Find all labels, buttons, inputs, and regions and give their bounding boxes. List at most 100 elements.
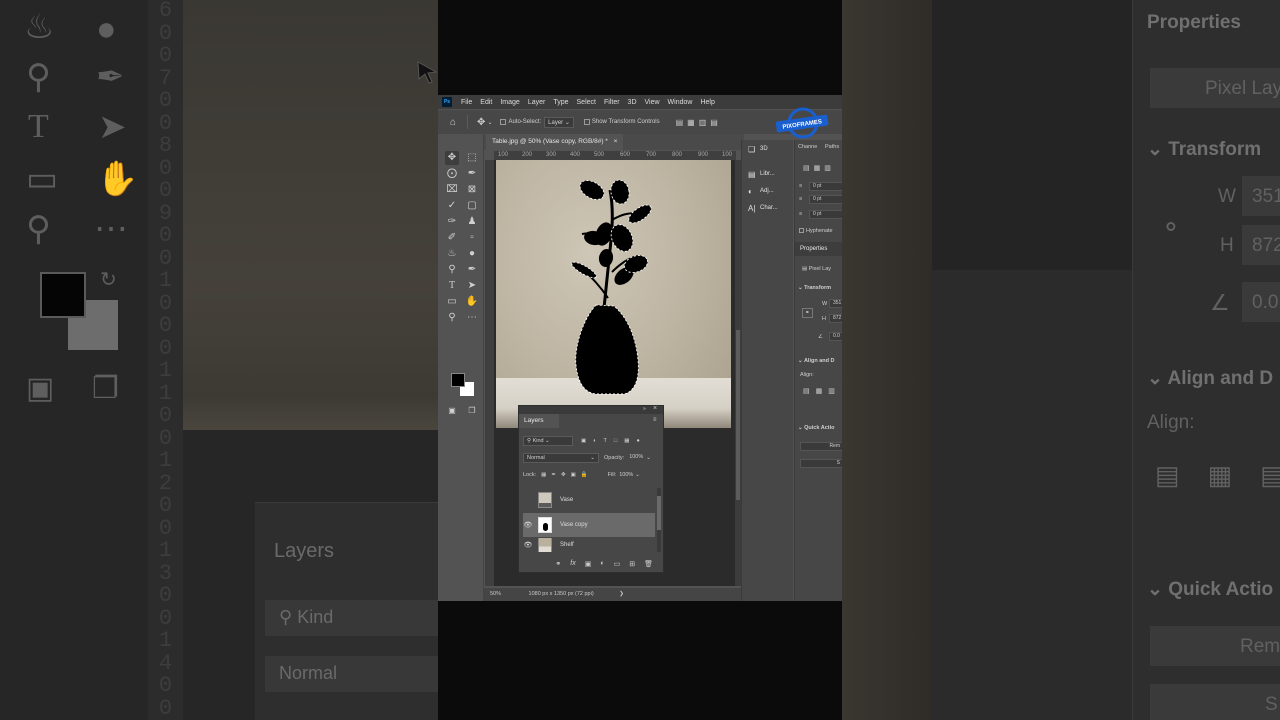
lock-position-icon[interactable]: ✥ (561, 472, 566, 478)
remove-background-button[interactable]: Rem (800, 442, 842, 451)
transform-section[interactable]: ⌄ Transform (798, 285, 831, 291)
move-tool-icon[interactable]: ✥ (445, 151, 459, 165)
lock-artboard-icon[interactable]: ▣ (571, 472, 576, 478)
eye-icon[interactable]: 👁 (523, 521, 533, 529)
layer-name[interactable]: Shelf (560, 542, 574, 548)
layer-name[interactable]: Vase copy (560, 522, 588, 528)
layers-panel-header[interactable]: » × (519, 405, 663, 414)
lock-pixels-icon[interactable]: ▦ (541, 472, 546, 478)
filter-toggle-icon[interactable]: ● (636, 438, 639, 444)
select-subject-button[interactable]: S (800, 459, 842, 468)
link-icon[interactable]: ⚭ (802, 308, 813, 318)
stamp-tool-icon[interactable]: ♟ (465, 215, 479, 229)
show-transform-checkbox[interactable] (583, 119, 590, 125)
menu-3d[interactable]: 3D (624, 99, 641, 106)
layers-scrollbar[interactable] (657, 488, 661, 552)
fill-field[interactable]: 100% (619, 472, 633, 478)
kind-filter[interactable]: ⚲ Kind ⌄ (523, 436, 573, 446)
align-section[interactable]: ⌄ Align and D (798, 358, 835, 364)
fill-chevron-icon[interactable]: ⌄ (635, 472, 640, 478)
hyphenate-option[interactable]: Hyphenate (799, 228, 833, 234)
scroll-thumb[interactable] (736, 330, 740, 500)
collapse-icon[interactable]: » (643, 406, 646, 412)
new-layer-icon[interactable]: ⊞ (629, 560, 635, 568)
filter-shape-icon[interactable]: □ (614, 438, 617, 444)
menu-file[interactable]: File (457, 99, 476, 106)
filter-type-icon[interactable]: T (604, 438, 607, 444)
width-field[interactable]: 351 (829, 299, 842, 308)
filter-smart-icon[interactable]: ▦ (624, 438, 629, 444)
menu-edit[interactable]: Edit (476, 99, 496, 106)
eraser-tool-icon[interactable]: ▫ (465, 231, 479, 245)
frame-tool-icon[interactable]: ⊠ (465, 183, 479, 197)
angle-field[interactable]: 0.0 (829, 332, 842, 341)
height-field[interactable]: 872 (829, 314, 842, 323)
menu-view[interactable]: View (641, 99, 664, 106)
menu-select[interactable]: Select (573, 99, 600, 106)
align-buttons[interactable]: ▤▦▥ (803, 387, 841, 395)
paint-bucket-tool-icon[interactable]: ♨ (445, 247, 459, 261)
screen-mode-icon[interactable]: ❐ (465, 404, 479, 418)
align-right-icon[interactable]: ▥ (699, 118, 707, 127)
menu-image[interactable]: Image (496, 99, 523, 106)
close-tab-icon[interactable]: × (614, 138, 618, 145)
zoom-tool-icon[interactable]: ⚲ (445, 311, 459, 325)
eye-icon[interactable]: 👁 (523, 541, 533, 549)
align-left-icon[interactable]: ▤ (676, 118, 684, 127)
status-arrow-icon[interactable]: ❯ (619, 591, 624, 597)
align-center-icon[interactable]: ▦ (687, 118, 695, 127)
filter-pixel-icon[interactable]: ▣ (581, 438, 586, 444)
layer-row-vase[interactable]: Vase (523, 488, 655, 512)
indent-left-field[interactable]: 0 pt (809, 182, 842, 191)
dock-adjustments[interactable]: ◐ Adj... (748, 184, 774, 198)
dock-character[interactable]: A| Char... (748, 201, 778, 215)
dock-3d[interactable]: ❏ 3D (748, 142, 768, 156)
pen-tool-icon[interactable]: ✒ (465, 263, 479, 277)
adjustment-layer-icon[interactable]: ◐ (600, 560, 604, 567)
menu-window[interactable]: Window (664, 99, 697, 106)
menu-layer[interactable]: Layer (524, 99, 550, 106)
new-group-icon[interactable]: ▭ (614, 560, 621, 568)
link-layers-icon[interactable]: ⚭ (555, 560, 561, 568)
properties-header[interactable]: Properties (795, 242, 842, 256)
paths-tab[interactable]: Paths (825, 144, 839, 150)
layer-row-vase-copy[interactable]: 👁 Vase copy (523, 513, 655, 537)
fx-icon[interactable]: fx (570, 560, 575, 567)
zoom-level[interactable]: 50% (490, 591, 501, 597)
brush-tool-icon[interactable]: ✑ (445, 215, 459, 229)
panel-menu-icon[interactable]: ≡ (653, 417, 657, 423)
opacity-field[interactable]: 100% (626, 453, 646, 463)
dock-libraries[interactable]: ▤ Libr... (748, 167, 775, 181)
marquee-tool-icon[interactable]: ⬚ (465, 151, 479, 165)
delete-layer-icon[interactable]: 🗑 (644, 560, 653, 568)
align-top-icon[interactable]: ▤ (710, 118, 718, 127)
blend-mode-dropdown[interactable]: Normal ⌄ (523, 453, 599, 463)
indent-right-field[interactable]: 0 pt (809, 195, 842, 204)
add-mask-icon[interactable]: ▣ (585, 560, 592, 568)
paragraph-align-icons[interactable]: ▤▦▥ (803, 164, 835, 172)
document-tab[interactable]: Table.jpg @ 50% (Vase copy, RGB/8#) * × (486, 134, 624, 150)
hyphenate-checkbox[interactable] (799, 228, 804, 234)
quick-select-tool-icon[interactable]: ✒ (465, 167, 479, 181)
path-select-tool-icon[interactable]: ➤ (465, 279, 479, 293)
home-icon[interactable]: ⌂ (450, 117, 456, 128)
foreground-color-swatch[interactable] (451, 373, 465, 387)
menu-filter[interactable]: Filter (600, 99, 624, 106)
auto-select-checkbox[interactable] (500, 119, 507, 125)
dodge-tool-icon[interactable]: ⚲ (445, 263, 459, 277)
layers-tab[interactable]: Layers (519, 414, 559, 428)
layer-name[interactable]: Vase (560, 497, 573, 503)
lock-all-icon[interactable]: 🔒 (581, 472, 588, 478)
blur-tool-icon[interactable]: ● (465, 247, 479, 261)
rectangle-tool-icon[interactable]: ▭ (445, 295, 459, 309)
menu-help[interactable]: Help (696, 99, 718, 106)
auto-select-dropdown[interactable]: Layer ⌄ (544, 116, 574, 128)
menu-type[interactable]: Type (549, 99, 572, 106)
close-panel-icon[interactable]: × (653, 405, 657, 412)
hand-tool-icon[interactable]: ✋ (465, 295, 479, 309)
filter-adjust-icon[interactable]: ◐ (593, 438, 596, 444)
space-before-field[interactable]: 0 pt (809, 210, 842, 219)
document-image[interactable] (496, 160, 731, 428)
history-brush-tool-icon[interactable]: ✐ (445, 231, 459, 245)
move-tool-icon[interactable]: ✥ (477, 117, 485, 128)
